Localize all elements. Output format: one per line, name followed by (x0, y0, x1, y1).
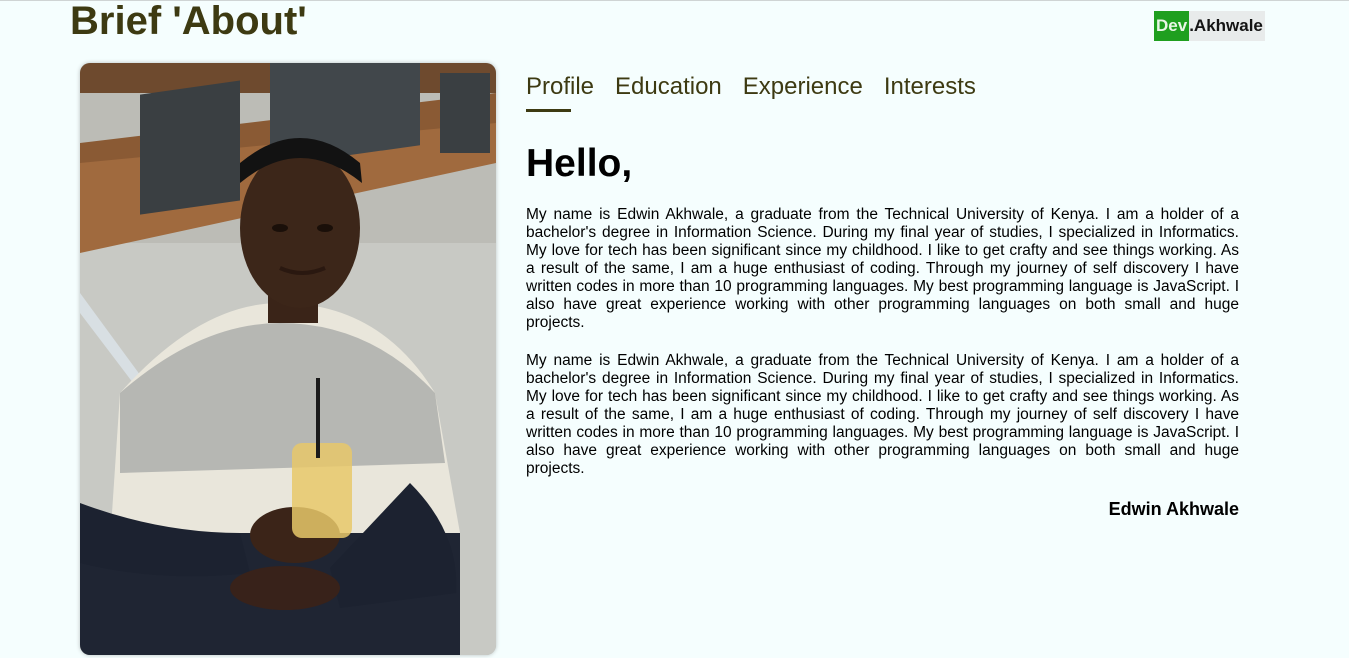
logo-prefix: Dev (1154, 11, 1190, 41)
profile-signature: Edwin Akhwale (1108, 499, 1239, 519)
tab-education[interactable]: Education (615, 72, 722, 102)
profile-greeting: Hello, (526, 142, 633, 185)
site-logo[interactable]: Dev .Akhwale (1154, 11, 1265, 41)
tab-interests[interactable]: Interests (884, 72, 976, 102)
profile-paragraph-2: My name is Edwin Akhwale, a graduate fro… (526, 352, 1239, 477)
page-title: Brief 'About' (70, 0, 307, 43)
about-tabs: Profile Education Experience Interests (526, 72, 976, 102)
logo-suffix: .Akhwale (1189, 16, 1263, 35)
profile-paragraph-1: My name is Edwin Akhwale, a graduate fro… (526, 206, 1239, 331)
profile-photo (80, 63, 496, 655)
tab-profile[interactable]: Profile (526, 72, 594, 102)
tab-experience[interactable]: Experience (743, 72, 863, 102)
active-tab-indicator (526, 109, 571, 112)
